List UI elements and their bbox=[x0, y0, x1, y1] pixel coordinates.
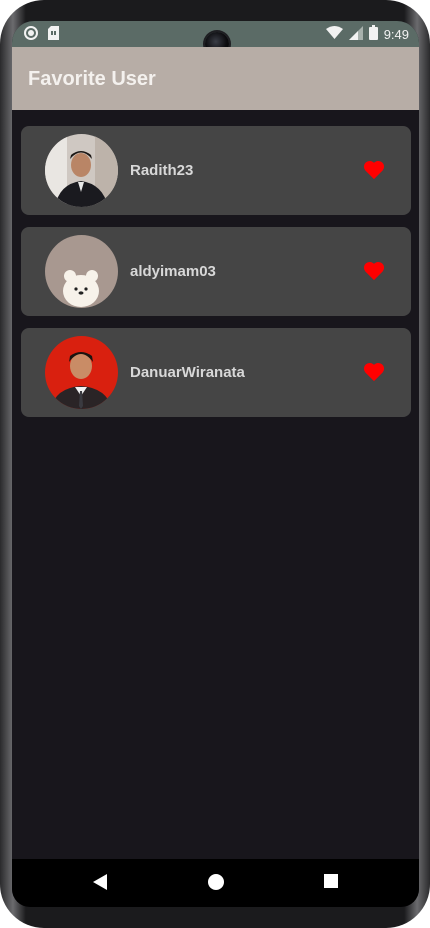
heart-icon bbox=[363, 362, 385, 386]
record-icon bbox=[24, 26, 38, 45]
screen: 9:49 Favorite User Radith23 aldyimam03 D… bbox=[12, 21, 419, 907]
recents-button[interactable] bbox=[323, 873, 343, 893]
app-bar: Favorite User bbox=[12, 47, 419, 110]
home-icon bbox=[207, 874, 225, 895]
status-bar: 9:49 bbox=[12, 21, 419, 56]
back-icon bbox=[92, 874, 108, 895]
battery-icon bbox=[368, 25, 378, 43]
favorite-button[interactable] bbox=[363, 362, 387, 384]
username: Radith23 bbox=[130, 162, 194, 179]
username: aldyimam03 bbox=[130, 263, 216, 280]
avatar bbox=[45, 336, 118, 409]
favorite-button[interactable] bbox=[363, 160, 387, 182]
navigation-bar bbox=[12, 859, 419, 907]
heart-icon bbox=[363, 261, 385, 285]
page-title: Favorite User bbox=[28, 68, 156, 90]
favorite-user-list: Radith23 aldyimam03 DanuarWiranata bbox=[21, 126, 411, 429]
username: DanuarWiranata bbox=[130, 364, 245, 381]
back-button[interactable] bbox=[92, 873, 112, 893]
wifi-icon bbox=[325, 25, 343, 43]
user-card[interactable]: aldyimam03 bbox=[21, 227, 411, 316]
recents-icon bbox=[323, 874, 339, 893]
clock: 9:49 bbox=[383, 26, 409, 42]
signal-icon bbox=[348, 25, 363, 43]
favorite-button[interactable] bbox=[363, 261, 387, 283]
heart-icon bbox=[363, 160, 385, 184]
home-button[interactable] bbox=[207, 873, 227, 893]
user-card[interactable]: Radith23 bbox=[21, 126, 411, 215]
sim-card-icon bbox=[48, 26, 59, 45]
avatar bbox=[45, 235, 118, 308]
device-frame: 9:49 Favorite User Radith23 aldyimam03 D… bbox=[0, 0, 430, 928]
user-card[interactable]: DanuarWiranata bbox=[21, 328, 411, 417]
avatar bbox=[45, 134, 118, 207]
